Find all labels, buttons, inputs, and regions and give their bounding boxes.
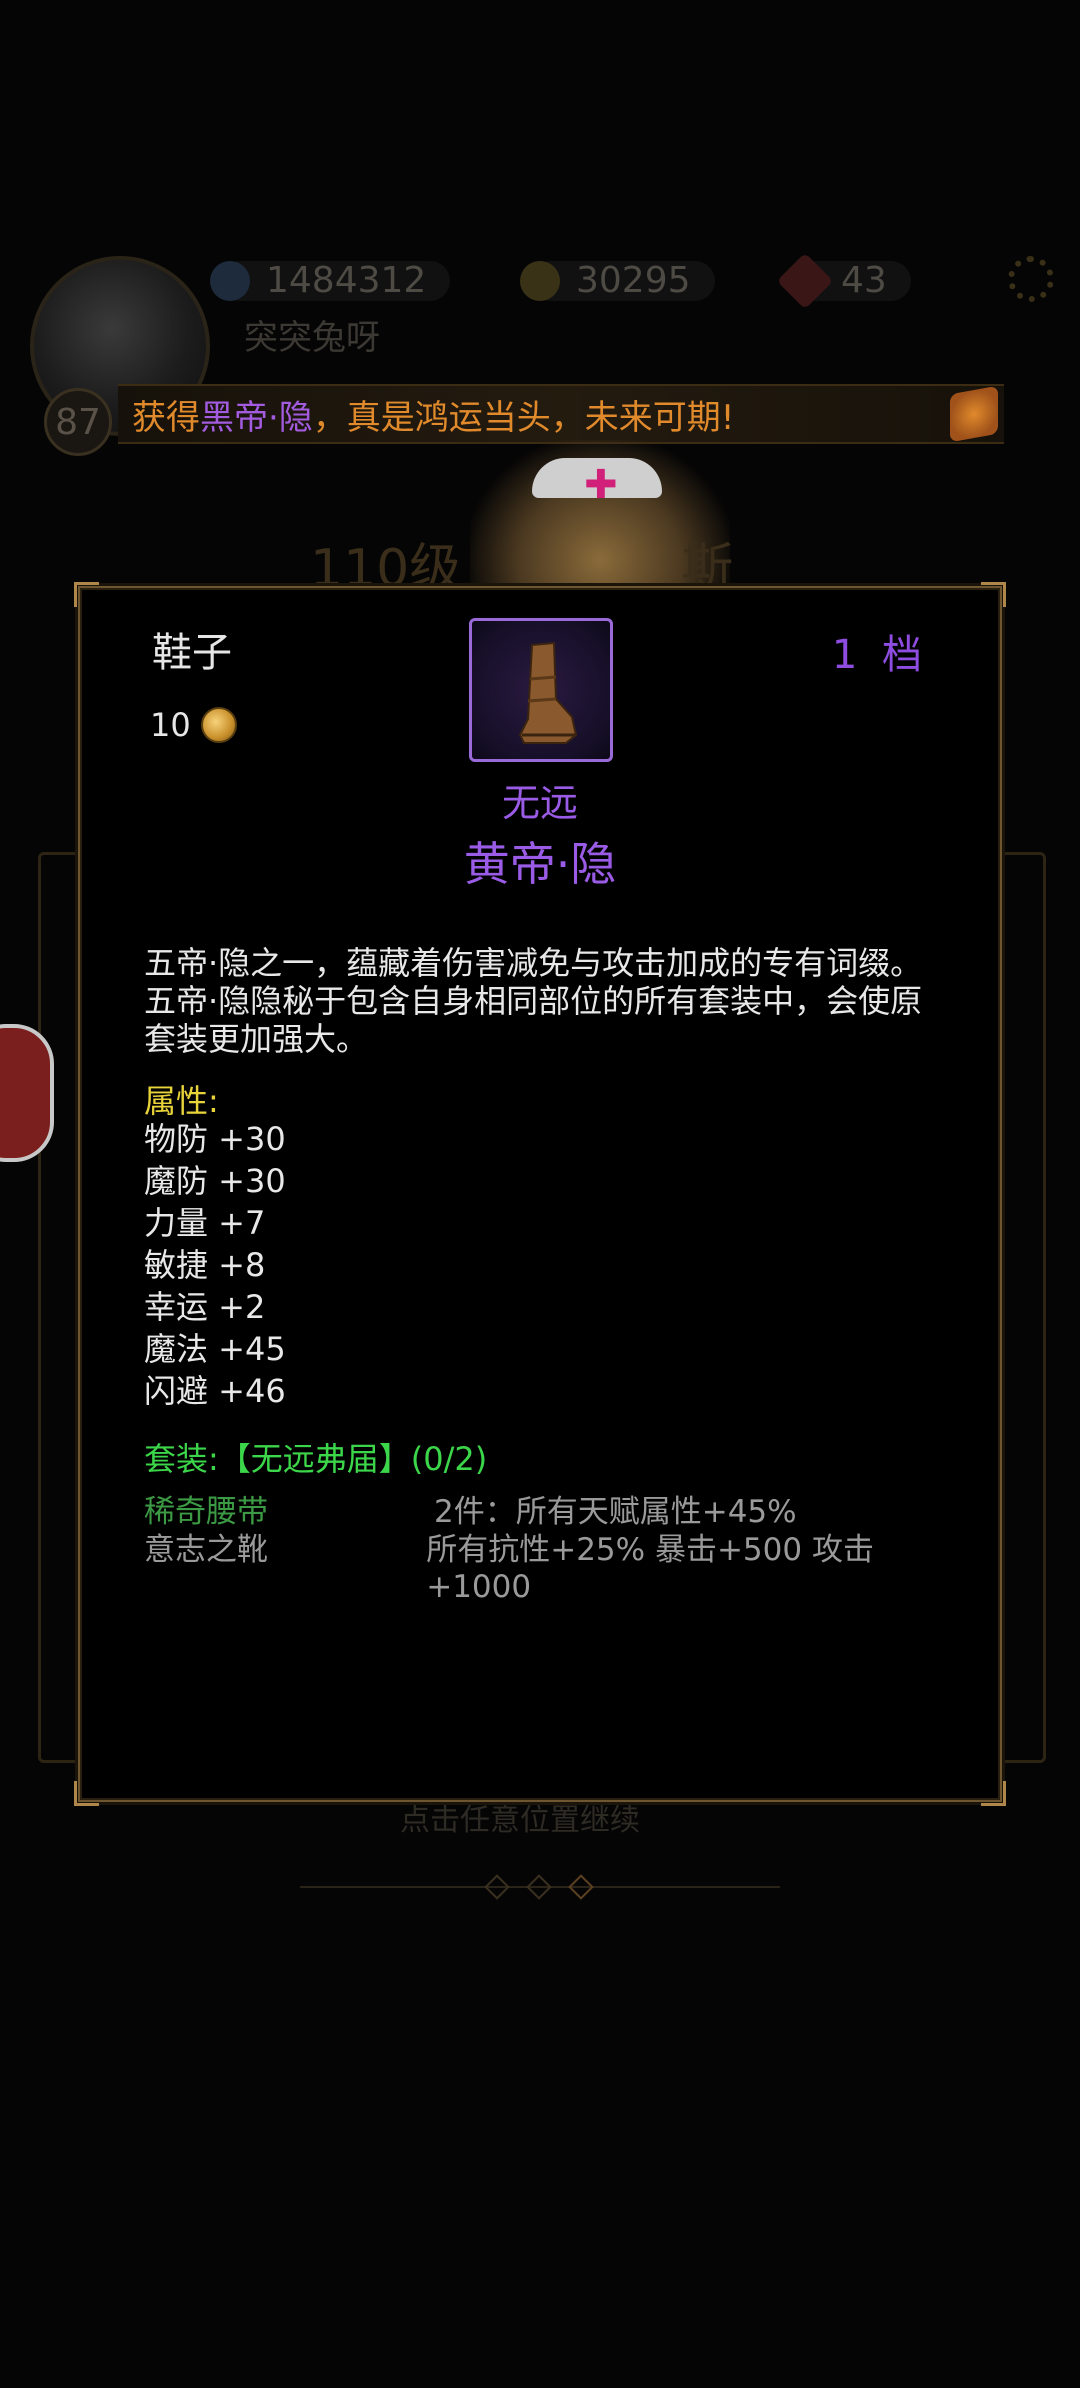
cross-icon: ✚ [584,462,618,508]
boot-icon [518,641,578,744]
frame-corner [74,1781,99,1806]
diamond-ornament [526,1874,552,1900]
banner-highlight: 黑帝·隐 [200,397,313,438]
banner-prefix: 获得 [132,397,200,438]
gold-resource: 30295 [520,258,715,304]
coin-icon [200,707,237,743]
power-resource: 1484312 [210,258,451,304]
banner-suffix: ，真是鸿运当头，未来可期! [312,397,735,438]
power-value: 1484312 [220,261,451,301]
power-icon [210,261,250,301]
announcement-banner: 获得 黑帝·隐 ，真是鸿运当头，未来可期! [118,384,1004,444]
attribute-item: 魔法 +45 [144,1330,286,1368]
price-value: 10 [150,706,191,744]
item-detail-dialog[interactable]: 鞋子 10 1 档 无远 黄帝·隐 五帝·隐之一，蕴藏着伤害减免与攻击加成的专有… [74,582,1006,1806]
frame-corner [981,582,1006,607]
player-level-badge: 87 [44,388,112,456]
frame-corner [981,1781,1006,1806]
item-slot-label: 鞋子 [152,630,232,676]
item-price: 10 [150,706,237,744]
attribute-item: 力量 +7 [144,1204,266,1242]
item-set-name: 无远 [501,781,578,825]
item-icon-frame [469,618,613,762]
frame-corner [74,582,99,607]
attribute-item: 物防 +30 [144,1120,286,1158]
attribute-item: 幸运 +2 [144,1288,266,1326]
gold-coin-icon [520,261,560,301]
item-name: 黄帝·隐 [463,837,617,891]
gear-icon[interactable] [1008,256,1054,302]
diamond-ornament [484,1874,510,1900]
attribute-item: 魔防 +30 [144,1162,286,1200]
attribute-item: 闪避 +46 [144,1372,286,1410]
set-bonus-row: 意志之靴 所有抗性+25% 暴击+500 攻击+1000 [144,1524,964,1605]
set-piece: 意志之靴 [144,1532,268,1568]
attributes-heading: 属性: [144,1082,219,1120]
side-event-badge[interactable] [0,1024,54,1162]
horn-icon[interactable] [950,385,998,443]
item-tier: 1 档 [831,632,928,678]
diamond-ornament [568,1874,594,1900]
attribute-item: 敏捷 +8 [144,1246,266,1284]
item-description: 五帝·隐之一，蕴藏着伤害减免与攻击加成的专有词缀。五帝·隐隐秘于包含自身相同部位… [144,944,923,1058]
player-name: 突突兔呀 [244,318,380,358]
set-bonus-heading: 套装:【无远弗届】(0/2) [144,1440,488,1478]
set-bonus-text: 所有抗性+25% 暴击+500 攻击+1000 [426,1532,874,1605]
attribute-list: 物防 +30 魔防 +30 力量 +7 敏捷 +8 幸运 +2 魔法 +45 闪… [144,1118,286,1412]
gem-resource: 43 [776,252,911,310]
